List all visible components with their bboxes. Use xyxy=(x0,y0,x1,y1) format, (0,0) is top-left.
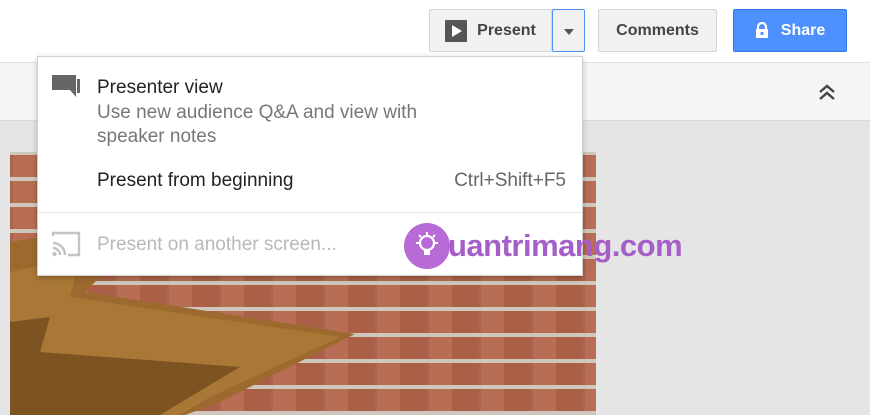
comments-label: Comments xyxy=(616,21,699,39)
top-bar: Present Comments Share xyxy=(0,0,870,62)
presenter-view-icon xyxy=(52,75,80,97)
collapse-icon[interactable] xyxy=(816,81,838,103)
present-label: Present xyxy=(477,21,536,39)
lock-icon xyxy=(755,22,769,39)
present-button[interactable]: Present xyxy=(429,9,552,52)
play-icon xyxy=(445,19,468,42)
menu-item-label: Presenter view xyxy=(97,77,223,98)
present-dropdown-button[interactable] xyxy=(552,9,585,52)
cast-icon xyxy=(51,231,81,257)
comments-button[interactable]: Comments xyxy=(598,9,717,52)
keyboard-shortcut: Ctrl+Shift+F5 xyxy=(454,170,566,191)
chevron-down-icon xyxy=(563,28,574,35)
menu-item-present-from-beginning[interactable]: Present from beginning Ctrl+Shift+F5 xyxy=(38,157,582,209)
menu-item-label: Present on another screen... xyxy=(97,234,337,255)
lightbulb-icon xyxy=(404,223,450,269)
share-button[interactable]: Share xyxy=(733,9,847,52)
menu-divider xyxy=(38,212,582,213)
menu-item-label: Present from beginning xyxy=(97,170,294,191)
menu-item-description: Use new audience Q&A and view with speak… xyxy=(97,102,418,147)
share-label: Share xyxy=(780,21,826,39)
menu-item-presenter-view[interactable]: Presenter view Use new audience Q&A and … xyxy=(38,57,582,157)
watermark-logo: uantrimang.com xyxy=(404,220,683,272)
watermark-text: uantrimang.com xyxy=(448,228,683,263)
